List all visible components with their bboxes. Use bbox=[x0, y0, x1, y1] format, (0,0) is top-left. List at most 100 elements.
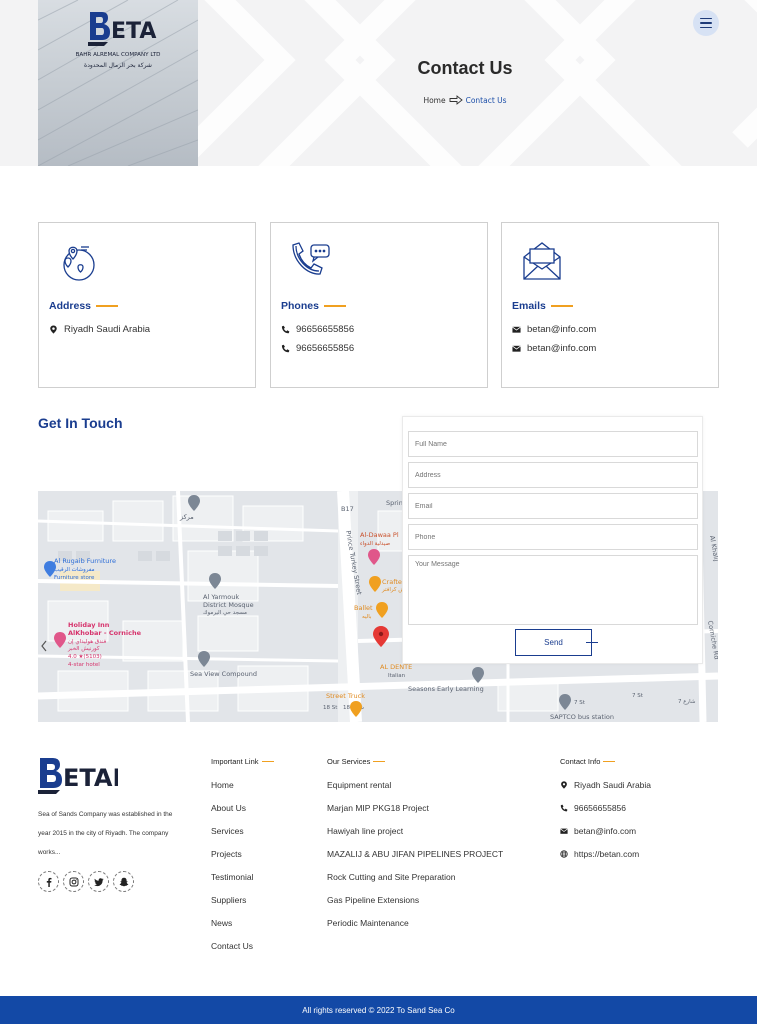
title-accent-line bbox=[96, 305, 119, 307]
footer-contact-email[interactable]: betan@info.com bbox=[560, 826, 636, 836]
location-map-icon bbox=[63, 246, 95, 281]
svg-text:شارع 7: شارع 7 bbox=[678, 699, 696, 705]
title-accent-line bbox=[603, 760, 616, 763]
svg-text:District Mosque: District Mosque bbox=[203, 601, 254, 609]
svg-text:مركز: مركز bbox=[179, 513, 194, 521]
footer-link-contact[interactable]: Contact Us bbox=[211, 941, 253, 951]
footer-link-suppliers[interactable]: Suppliers bbox=[211, 895, 246, 905]
footer-address-text: Riyadh Saudi Arabia bbox=[574, 780, 652, 790]
svg-text:AlKhobar - Corniche: AlKhobar - Corniche bbox=[68, 629, 142, 637]
snapchat-link[interactable] bbox=[113, 871, 134, 892]
svg-text:ETAN: ETAN bbox=[63, 764, 118, 792]
full-name-input[interactable] bbox=[408, 431, 698, 457]
footer-contact-phone[interactable]: 96656655856 bbox=[560, 803, 626, 813]
contact-form: Send bbox=[402, 416, 703, 664]
message-textarea[interactable] bbox=[408, 555, 698, 625]
copyright-text: All rights reserved © 2022 To Sand Sea C… bbox=[302, 1005, 455, 1015]
footer-link-projects[interactable]: Projects bbox=[211, 849, 242, 859]
svg-text:18 St: 18 St bbox=[323, 705, 338, 711]
important-links-title-text: Important Link bbox=[211, 757, 259, 766]
address-text: Riyadh Saudi Arabia bbox=[64, 324, 151, 335]
social-links bbox=[38, 871, 134, 892]
svg-text:Al-Dawaa Pl: Al-Dawaa Pl bbox=[360, 531, 399, 539]
globe-icon bbox=[560, 850, 568, 858]
menu-button[interactable] bbox=[693, 10, 719, 36]
footer-link-home[interactable]: Home bbox=[211, 780, 234, 790]
svg-text:B17: B17 bbox=[341, 505, 354, 513]
phone-chat-icon bbox=[292, 242, 330, 275]
footer-service-link[interactable]: Marjan MIP PKG18 Project bbox=[327, 803, 429, 813]
email-input[interactable] bbox=[408, 493, 698, 519]
svg-text:فندق هوليداي إن: فندق هوليداي إن bbox=[68, 639, 107, 645]
svg-text:باليه: باليه bbox=[362, 614, 372, 620]
address-card-title: Address bbox=[49, 300, 119, 312]
menu-icon-line bbox=[700, 22, 712, 24]
footer-link-testimonial[interactable]: Testimonial bbox=[211, 872, 254, 882]
breadcrumb: Home Contact Us bbox=[400, 95, 530, 105]
instagram-link[interactable] bbox=[63, 871, 84, 892]
breadcrumb-current: Contact Us bbox=[465, 95, 507, 105]
menu-icon-line bbox=[700, 17, 712, 20]
svg-text:4.0 ★(5103): 4.0 ★(5103) bbox=[68, 654, 102, 660]
footer-about-text: Sea of Sands Company was established in … bbox=[38, 811, 173, 856]
footer-service-link[interactable]: Equipment rental bbox=[327, 780, 391, 790]
hero-logo-panel: ETAN BAHR ALREMAL COMPANY LTD شركة بحر ا… bbox=[38, 0, 198, 166]
svg-text:مفروشات الرقيب: مفروشات الرقيب bbox=[54, 567, 95, 573]
emails-card: Emails betan@info.com betan@info.com bbox=[501, 222, 719, 388]
contact-info-title: Contact Info bbox=[560, 757, 616, 766]
footer-service-link[interactable]: Hawiyah line project bbox=[327, 826, 403, 836]
svg-text:SAPTCO bus station: SAPTCO bus station bbox=[550, 713, 614, 721]
svg-text:7 St: 7 St bbox=[632, 693, 644, 699]
svg-text:صيدلية الدواء: صيدلية الدواء bbox=[360, 541, 390, 547]
phone-line-2[interactable]: 96656655856 bbox=[281, 343, 354, 354]
instagram-icon bbox=[69, 877, 78, 886]
send-button[interactable]: Send bbox=[515, 629, 592, 656]
email-line-1[interactable]: betan@info.com bbox=[512, 324, 596, 335]
svg-text:Ballet: Ballet bbox=[354, 604, 373, 612]
copyright-bar: All rights reserved © 2022 To Sand Sea C… bbox=[0, 996, 757, 1024]
svg-text:كورنيش الخبر: كورنيش الخبر bbox=[67, 645, 100, 652]
footer-service-link[interactable]: MAZALIJ & ABU JIFAN PIPELINES PROJECT bbox=[327, 849, 503, 859]
phone-line-1[interactable]: 96656655856 bbox=[281, 324, 354, 335]
phone-icon bbox=[560, 804, 568, 812]
footer-contact-address: Riyadh Saudi Arabia bbox=[560, 780, 651, 790]
svg-text:مسجد حي اليرموك: مسجد حي اليرموك bbox=[203, 610, 247, 616]
svg-text:7 St: 7 St bbox=[574, 700, 586, 706]
betan-logo[interactable]: ETAN bbox=[88, 8, 158, 48]
emails-card-title: Emails bbox=[512, 300, 573, 312]
svg-text:Holiday Inn: Holiday Inn bbox=[68, 621, 110, 629]
email-address: betan@info.com bbox=[527, 324, 597, 335]
email-icon bbox=[560, 828, 568, 834]
address-input[interactable] bbox=[408, 462, 698, 488]
phone-number: 96656655856 bbox=[296, 324, 355, 335]
svg-text:Sprin: Sprin bbox=[386, 499, 403, 507]
twitter-link[interactable] bbox=[88, 871, 109, 892]
footer-link-news[interactable]: News bbox=[211, 918, 232, 928]
svg-text:4-star hotel: 4-star hotel bbox=[68, 662, 100, 668]
title-accent-line bbox=[323, 305, 346, 307]
svg-text:AL DENTE: AL DENTE bbox=[380, 663, 412, 671]
footer-link-about[interactable]: About Us bbox=[211, 803, 246, 813]
footer-service-link[interactable]: Rock Cutting and Site Preparation bbox=[327, 872, 456, 882]
title-accent-line bbox=[261, 760, 274, 763]
snapchat-icon bbox=[119, 877, 128, 886]
footer-service-link[interactable]: Gas Pipeline Extensions bbox=[327, 895, 419, 905]
phone-number: 96656655856 bbox=[296, 343, 355, 354]
facebook-link[interactable] bbox=[38, 871, 59, 892]
envelope-open-icon bbox=[523, 242, 561, 280]
get-in-touch-heading: Get In Touch bbox=[38, 415, 123, 431]
breadcrumb-home[interactable]: Home bbox=[423, 96, 445, 105]
phones-card-title: Phones bbox=[281, 300, 346, 312]
address-title-text: Address bbox=[49, 300, 92, 312]
footer-service-link[interactable]: Periodic Maintenance bbox=[327, 918, 409, 928]
footer-contact-website[interactable]: https://betan.com bbox=[560, 849, 639, 859]
phone-input[interactable] bbox=[408, 524, 698, 550]
svg-text:Al Yarmouk: Al Yarmouk bbox=[203, 593, 239, 601]
footer-betan-logo[interactable]: ETAN bbox=[38, 754, 118, 798]
phone-icon bbox=[281, 344, 290, 353]
important-links-title: Important Link bbox=[211, 757, 274, 766]
footer-link-services[interactable]: Services bbox=[211, 826, 244, 836]
svg-text:Sea View Compound: Sea View Compound bbox=[190, 670, 257, 678]
phones-title-text: Phones bbox=[281, 300, 319, 312]
email-line-2[interactable]: betan@info.com bbox=[512, 343, 596, 354]
